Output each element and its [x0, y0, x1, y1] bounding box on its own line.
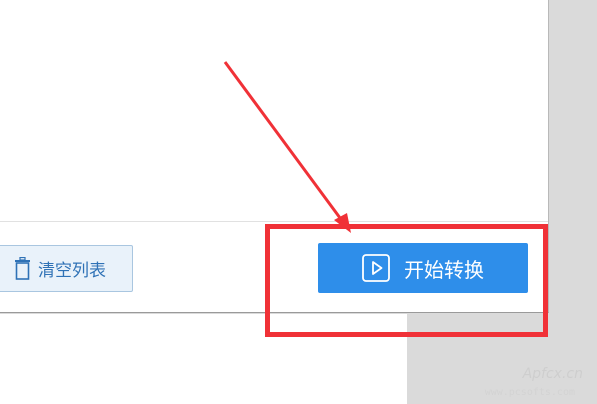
lower-panel: [0, 314, 407, 404]
converter-window: 清空列表 开始转换: [0, 0, 549, 313]
divider: [0, 221, 548, 222]
start-convert-label: 开始转换: [404, 257, 484, 282]
file-list-area[interactable]: [0, 0, 548, 221]
watermark-url: www.pcsofts.com: [484, 387, 575, 398]
clear-list-label: 清空列表: [38, 261, 106, 281]
trash-icon: [13, 256, 32, 281]
clear-list-button[interactable]: 清空列表: [0, 245, 133, 292]
play-icon: [362, 254, 390, 282]
watermark-brand: Apfcx.cn: [522, 366, 583, 382]
start-convert-button[interactable]: 开始转换: [318, 243, 528, 293]
